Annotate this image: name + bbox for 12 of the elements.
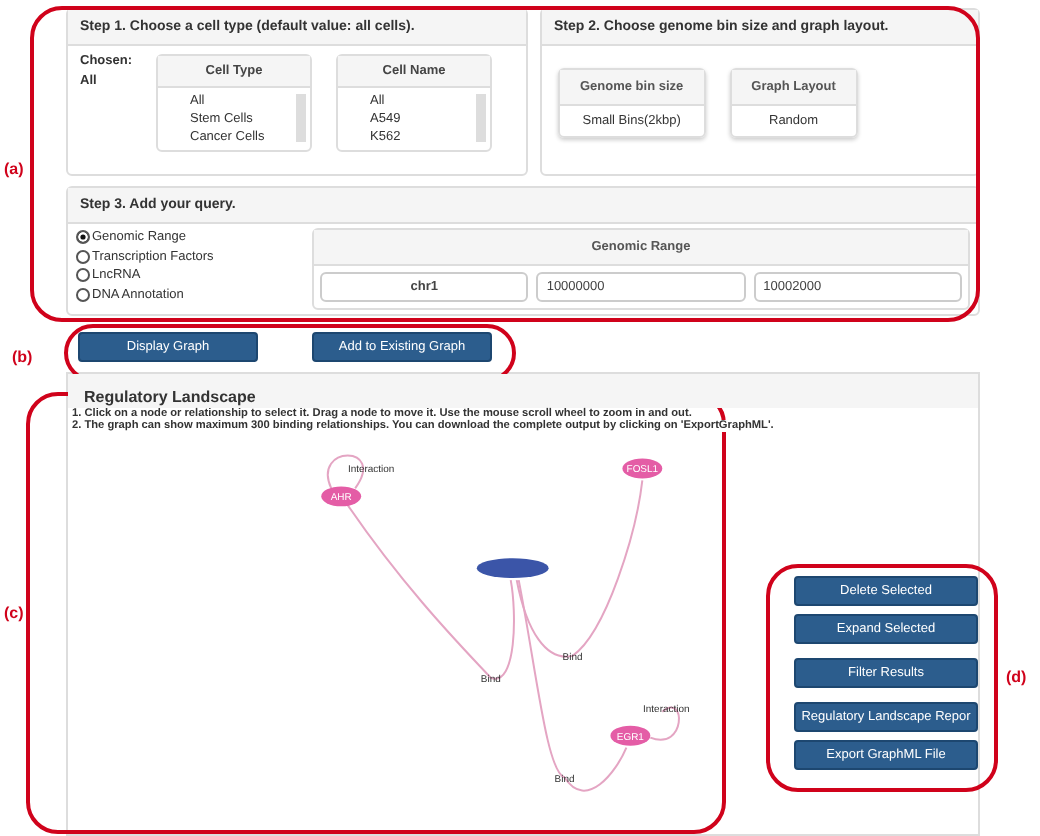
graph-edge[interactable] [346, 503, 515, 680]
annotation-label: (a) [4, 160, 24, 178]
annotation-label: (c) [4, 604, 24, 622]
radio-button[interactable] [76, 287, 90, 302]
annotation-label: (b) [12, 348, 33, 366]
annotation-label: (d) [1006, 668, 1027, 686]
radio-button[interactable] [76, 249, 90, 264]
graph-node[interactable] [476, 558, 549, 579]
radio-button[interactable] [76, 268, 90, 283]
radio-button[interactable] [76, 230, 90, 245]
panel-title: Regulatory Landscape [68, 374, 978, 408]
graph-edge[interactable] [515, 479, 644, 658]
